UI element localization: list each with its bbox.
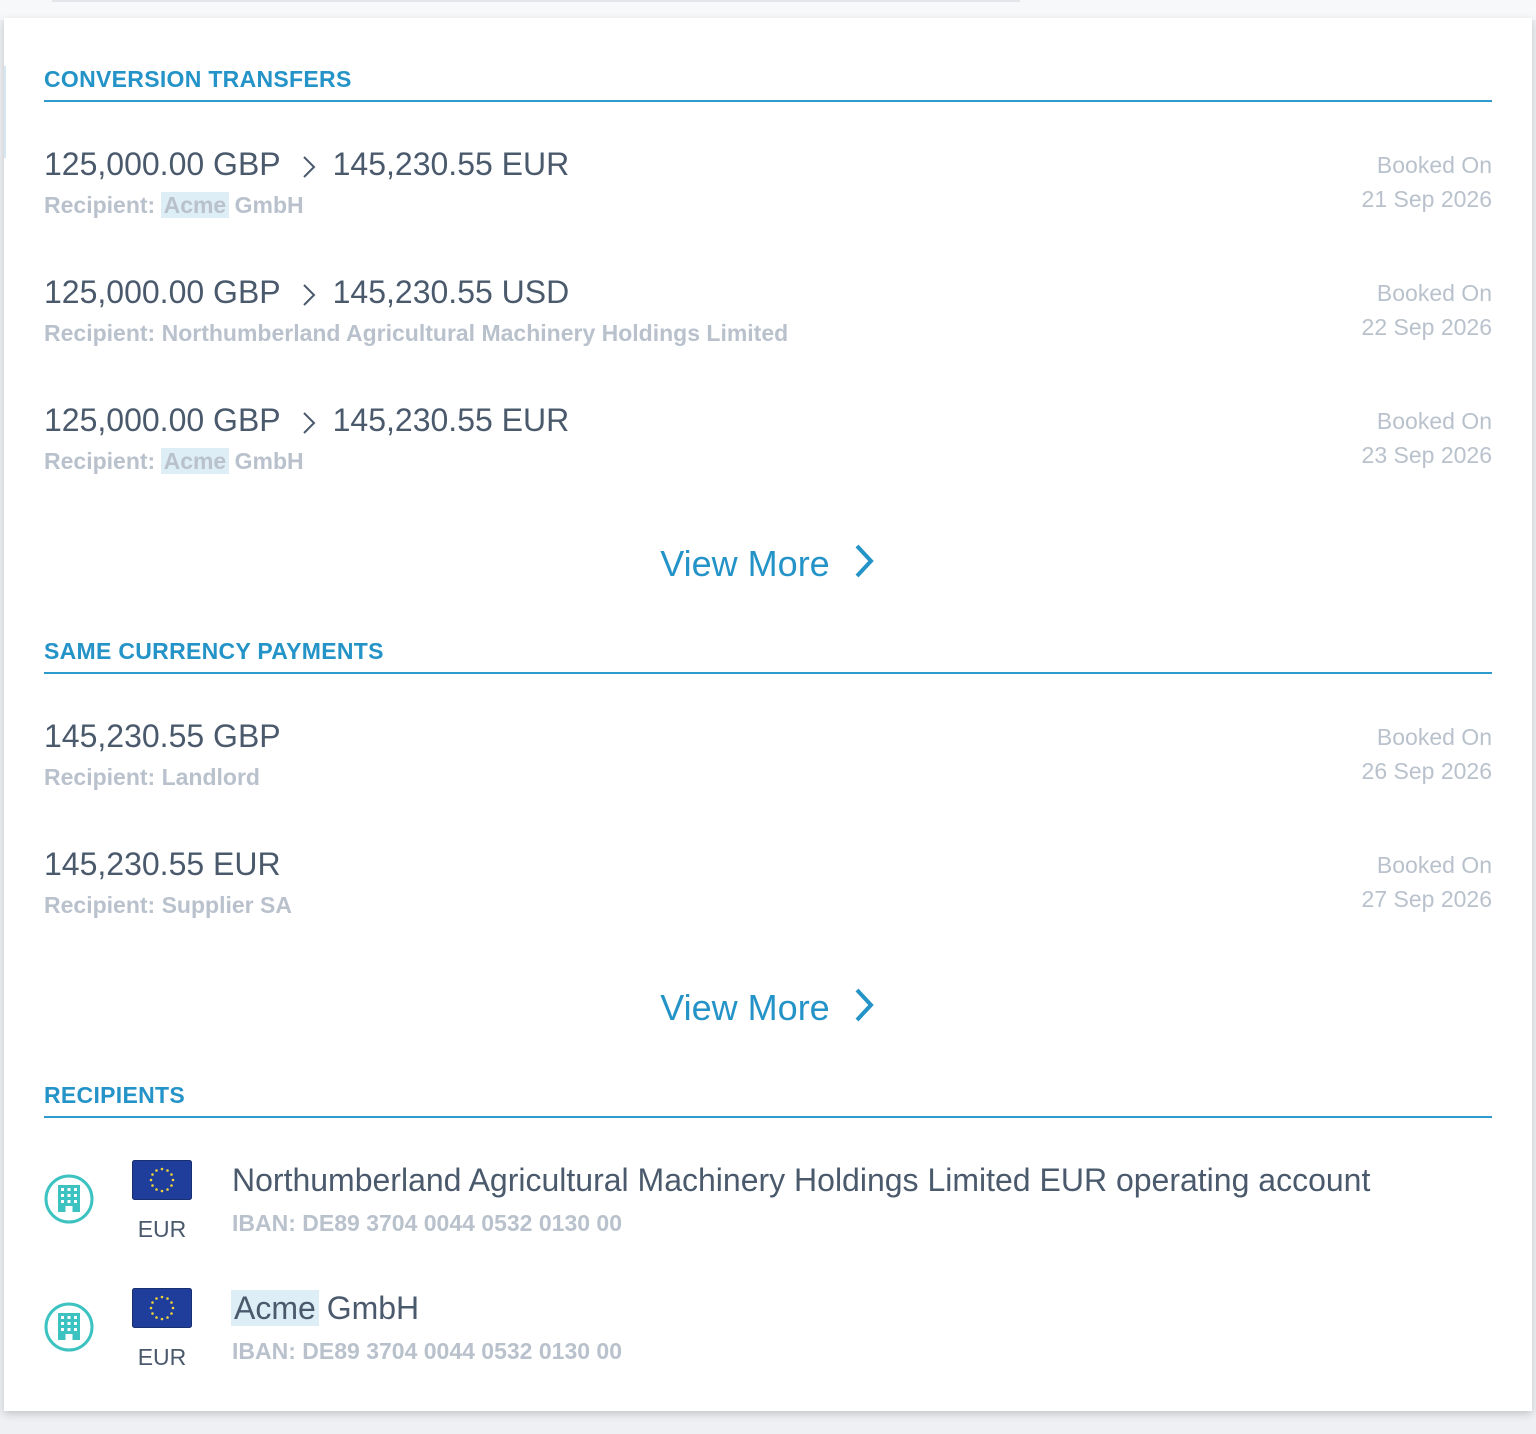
chevron-right-icon [855, 544, 874, 578]
iban: IBAN: DE89 3704 0044 0532 0130 00 [232, 1210, 623, 1236]
search-match-highlight: Acme [160, 448, 230, 474]
iban: IBAN: DE89 3704 0044 0532 0130 00 [232, 1338, 623, 1364]
recipient-name: Landlord [161, 764, 260, 790]
recipient-row[interactable]: EUR Northumberland Agricultural Machiner… [44, 1160, 1492, 1270]
recipient-label: Recipient: [44, 764, 156, 790]
recipient-line: Recipient: Northumberland Agricultural M… [44, 320, 788, 347]
chevron-right-icon [855, 988, 874, 1022]
recipient-line: Recipient: Acme GmbH [44, 448, 304, 475]
recipient-name: Northumberland Agricultural Machinery Ho… [161, 320, 789, 346]
view-more-payments-button[interactable]: View More [4, 986, 1532, 1032]
scroll-indicator [4, 66, 6, 158]
transfer-amounts: 125,000.00 GBP 145,230.55 EUR [44, 402, 569, 439]
to-amount: 145,230.55 USD [332, 274, 570, 310]
arrow-right-icon [302, 283, 316, 306]
booked-label: Booked On [1376, 408, 1492, 434]
arrow-right-icon [302, 155, 316, 178]
search-match-highlight: Acme [160, 192, 230, 218]
same-currency-payments-header: SAME CURRENCY PAYMENTS [44, 638, 1492, 674]
recipient-line: Recipient: Supplier SA [44, 892, 292, 919]
recipient-label: Recipient: [44, 192, 156, 218]
transfer-amounts: 125,000.00 GBP 145,230.55 EUR [44, 146, 569, 183]
recipient-row[interactable]: EUR Acme GmbH IBAN: DE89 3704 0044 0532 … [44, 1288, 1492, 1398]
booked-info: Booked On 21 Sep 2026 [1362, 148, 1492, 216]
section-title: CONVERSION TRANSFERS [44, 66, 352, 92]
conversion-transfers-header: CONVERSION TRANSFERS [44, 66, 1492, 102]
booked-date: 23 Sep 2026 [1361, 442, 1492, 468]
eu-flag-icon [132, 1160, 192, 1200]
conversion-transfer-row[interactable]: 125,000.00 GBP 145,230.55 EUR Recipient: … [44, 402, 1492, 492]
recipients-header: RECIPIENTS [44, 1082, 1492, 1118]
booked-label: Booked On [1376, 152, 1492, 178]
bank-building-icon [44, 1174, 94, 1224]
booked-info: Booked On 23 Sep 2026 [1362, 404, 1492, 472]
to-amount: 145,230.55 EUR [332, 402, 570, 438]
booked-info: Booked On 22 Sep 2026 [1362, 276, 1492, 344]
view-more-conversion-button[interactable]: View More [4, 542, 1532, 588]
recipient-name: Northumberland Agricultural Machinery Ho… [232, 1162, 1371, 1198]
recipient-label: Recipient: [44, 892, 156, 918]
conversion-transfer-row[interactable]: 125,000.00 GBP 145,230.55 EUR Recipient: … [44, 146, 1492, 236]
currency-code: EUR [137, 1216, 187, 1242]
booked-date: 27 Sep 2026 [1361, 886, 1492, 912]
payment-row[interactable]: 145,230.55 GBP Recipient: Landlord Booke… [44, 718, 1492, 808]
view-more-label: View More [660, 987, 830, 1028]
booked-label: Booked On [1376, 852, 1492, 878]
from-amount: 125,000.00 GBP [44, 146, 281, 182]
booked-label: Booked On [1376, 280, 1492, 306]
booked-info: Booked On 27 Sep 2026 [1362, 848, 1492, 916]
recipient-name: Supplier SA [161, 892, 292, 918]
transfer-amounts: 125,000.00 GBP 145,230.55 USD [44, 274, 569, 311]
conversion-transfer-row[interactable]: 125,000.00 GBP 145,230.55 USD Recipient: … [44, 274, 1492, 364]
search-results-panel: CONVERSION TRANSFERS 125,000.00 GBP 145,2… [4, 18, 1532, 1411]
payment-row[interactable]: 145,230.55 EUR Recipient: Supplier SA Bo… [44, 846, 1492, 936]
recipient-name: GmbH [317, 1290, 420, 1326]
from-amount: 125,000.00 GBP [44, 274, 281, 310]
search-bar-edge[interactable] [52, 0, 1020, 2]
recipient-account-name: Northumberland Agricultural Machinery Ho… [232, 1162, 1370, 1199]
booked-date: 21 Sep 2026 [1361, 186, 1492, 212]
top-bar [0, 0, 1536, 20]
arrow-right-icon [302, 411, 316, 434]
booked-label: Booked On [1376, 724, 1492, 750]
currency-code: EUR [137, 1344, 187, 1370]
view-more-label: View More [660, 543, 830, 584]
to-amount: 145,230.55 EUR [332, 146, 570, 182]
recipient-label: Recipient: [44, 448, 156, 474]
booked-info: Booked On 26 Sep 2026 [1362, 720, 1492, 788]
payment-amount: 145,230.55 EUR [44, 846, 281, 882]
recipient-label: Recipient: [44, 320, 156, 346]
recipient-name: GmbH [228, 448, 304, 474]
eu-flag-icon [132, 1288, 192, 1328]
recipient-name: GmbH [228, 192, 304, 218]
booked-date: 22 Sep 2026 [1361, 314, 1492, 340]
recipient-line: Recipient: Acme GmbH [44, 192, 304, 219]
from-amount: 125,000.00 GBP [44, 402, 281, 438]
booked-date: 26 Sep 2026 [1361, 758, 1492, 784]
search-match-highlight: Acme [231, 1290, 319, 1326]
recipient-line: Recipient: Landlord [44, 764, 260, 791]
section-title: SAME CURRENCY PAYMENTS [44, 638, 384, 664]
bank-building-icon [44, 1302, 94, 1352]
recipient-account-name: Acme GmbH [231, 1290, 420, 1327]
payment-amount: 145,230.55 GBP [44, 718, 281, 754]
section-title: RECIPIENTS [44, 1082, 186, 1108]
